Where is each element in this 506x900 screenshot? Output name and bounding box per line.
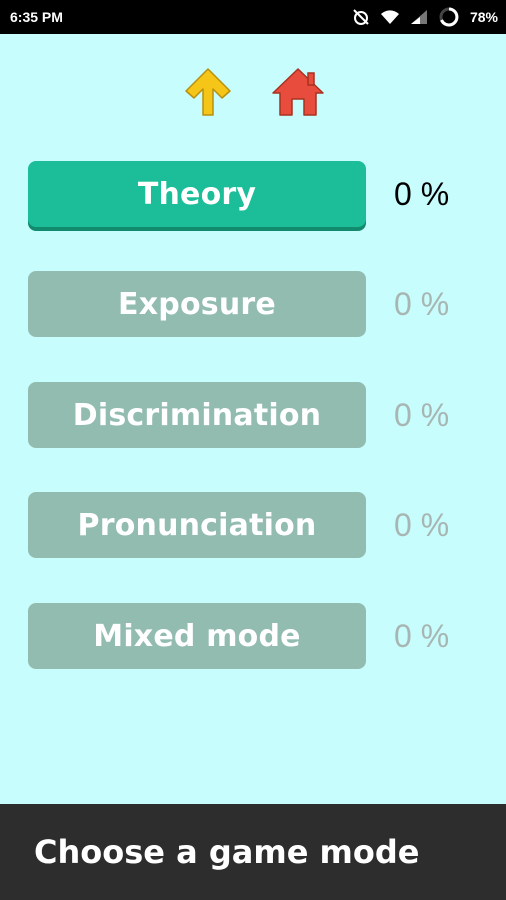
- status-time: 6:35 PM: [10, 9, 63, 25]
- mode-row-theory: Theory 0 %: [28, 160, 478, 228]
- pronunciation-button[interactable]: Pronunciation: [28, 492, 366, 558]
- instruction-banner: Choose a game mode: [0, 804, 506, 900]
- instruction-text: Choose a game mode: [34, 833, 420, 871]
- battery-ring-icon: [438, 6, 460, 28]
- wifi-icon: [380, 9, 400, 25]
- status-bar: 6:35 PM 78%: [0, 0, 506, 34]
- discrimination-button[interactable]: Discrimination: [28, 382, 366, 448]
- pronunciation-percent: 0 %: [394, 506, 450, 543]
- mode-row-discrimination: Discrimination 0 %: [28, 381, 478, 449]
- mixed-mode-percent: 0 %: [394, 617, 450, 654]
- status-icons: 78%: [352, 6, 498, 28]
- exposure-button[interactable]: Exposure: [28, 271, 366, 337]
- mode-row-pronunciation: Pronunciation 0 %: [28, 491, 478, 559]
- theory-percent: 0 %: [394, 175, 450, 212]
- discrimination-percent: 0 %: [394, 396, 450, 433]
- signal-icon: [410, 9, 428, 25]
- mode-row-exposure: Exposure 0 %: [28, 270, 478, 338]
- home-icon[interactable]: [270, 64, 326, 120]
- exposure-percent: 0 %: [394, 285, 450, 322]
- top-navigation: [0, 64, 506, 120]
- arrow-up-icon[interactable]: [180, 64, 236, 120]
- alarm-off-icon: [352, 8, 370, 26]
- mixed-mode-button[interactable]: Mixed mode: [28, 603, 366, 669]
- mode-row-mixed: Mixed mode 0 %: [28, 602, 478, 670]
- battery-percent: 78%: [469, 9, 498, 25]
- theory-button[interactable]: Theory: [28, 161, 366, 227]
